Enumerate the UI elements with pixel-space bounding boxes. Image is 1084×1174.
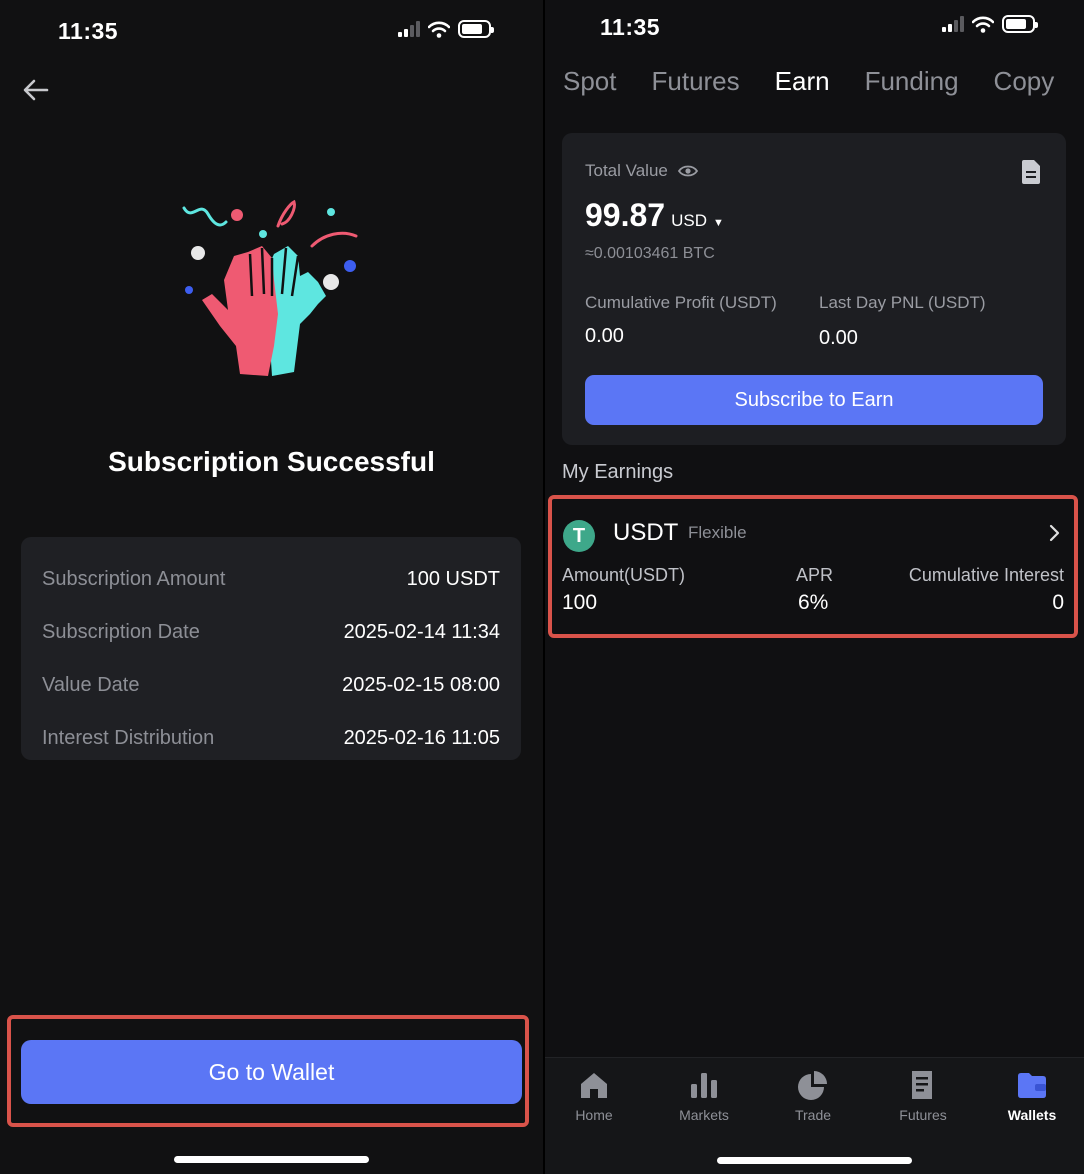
cumulative-interest-value: 0	[1052, 591, 1064, 614]
document-icon	[912, 1071, 932, 1099]
last-day-pnl-label: Last Day PNL (USDT)	[819, 293, 986, 312]
last-day-pnl-stat: Last Day PNL (USDT) 0.00	[819, 293, 986, 350]
wifi-icon	[972, 16, 994, 33]
status-bar: 11:35	[0, 0, 543, 50]
nav-home[interactable]: Home	[549, 1068, 639, 1123]
home-icon	[581, 1073, 607, 1098]
tab-funding[interactable]: Funding	[865, 66, 959, 97]
total-value-label-row: Total Value	[585, 161, 698, 181]
success-title: Subscription Successful	[108, 446, 435, 477]
detail-value: 100 USDT	[406, 568, 500, 590]
apr-label: APR	[796, 565, 834, 585]
last-day-pnl-value: 0.00	[819, 327, 858, 349]
battery-icon	[1002, 15, 1038, 33]
caret-down-icon[interactable]: ▼	[713, 217, 724, 229]
cumulative-profit-value: 0.00	[585, 325, 624, 347]
tab-spot[interactable]: Spot	[563, 66, 617, 97]
btc-equivalent: ≈0.00103461 BTC	[585, 245, 715, 262]
pie-chart-icon	[798, 1071, 827, 1100]
wallet-earn-screen: 11:35 Spot Futures Earn Funding Copy Tot…	[545, 0, 1084, 1174]
bar-chart-icon	[691, 1073, 717, 1098]
earning-coin-name: USDT	[613, 519, 679, 546]
subscription-details-card: Subscription Amount 100 USDT Subscriptio…	[21, 537, 521, 760]
document-icon[interactable]	[1020, 159, 1042, 185]
my-earnings-heading: My Earnings	[562, 461, 674, 483]
apr-value: 6%	[798, 591, 829, 614]
wifi-icon	[428, 21, 450, 38]
cumulative-profit-stat: Cumulative Profit (USDT) 0.00	[585, 293, 777, 348]
nav-trade-label: Trade	[794, 1107, 832, 1123]
status-time: 11:35	[600, 14, 661, 40]
subscription-success-screen: 11:35 Subscription Successful Subscripti…	[0, 0, 543, 1174]
detail-value: 2025-02-15 08:00	[342, 674, 500, 696]
subscribe-to-earn-button[interactable]: Subscribe to Earn	[585, 375, 1043, 425]
battery-icon	[458, 20, 494, 38]
nav-markets-label: Markets	[679, 1107, 729, 1123]
amount-label: Amount(USDT)	[562, 565, 686, 585]
detail-label: Subscription Date	[42, 621, 200, 643]
nav-wallets[interactable]: Wallets	[987, 1068, 1077, 1123]
status-time: 11:35	[58, 18, 119, 44]
detail-label: Value Date	[42, 674, 140, 696]
amount-value: 100	[562, 591, 598, 614]
detail-row: Subscription Date 2025-02-14 11:34	[42, 606, 500, 659]
nav-home-label: Home	[575, 1107, 613, 1123]
cumulative-profit-label: Cumulative Profit (USDT)	[585, 293, 777, 312]
nav-futures-label: Futures	[899, 1107, 947, 1123]
status-icons	[398, 20, 494, 38]
nav-futures[interactable]: Futures	[878, 1068, 968, 1123]
detail-row: Interest Distribution 2025-02-16 11:05	[42, 712, 500, 765]
status-bar: 11:35	[545, 0, 1084, 50]
signal-icon	[398, 21, 420, 37]
high-five-celebration-icon	[182, 199, 358, 376]
wallet-tabs: Spot Futures Earn Funding Copy	[563, 66, 1054, 97]
detail-value: 2025-02-14 11:34	[343, 621, 500, 643]
usdt-coin-icon: T	[563, 520, 595, 552]
detail-row: Subscription Amount 100 USDT	[42, 553, 500, 606]
total-value: 99.87 USD ▼	[585, 197, 724, 234]
home-indicator	[174, 1156, 369, 1163]
earning-product-type: Flexible	[688, 523, 747, 542]
earn-summary-card: Total Value 99.87 USD ▼ ≈0.00103461 BTC …	[562, 133, 1066, 445]
chevron-right-icon[interactable]	[1048, 523, 1062, 543]
status-icons	[942, 15, 1038, 33]
total-value-amount: 99.87	[585, 197, 666, 233]
go-to-wallet-button[interactable]: Go to Wallet	[21, 1040, 522, 1104]
back-arrow-icon[interactable]	[20, 74, 54, 108]
total-value-label: Total Value	[585, 161, 668, 180]
tab-copy[interactable]: Copy	[994, 66, 1055, 97]
detail-label: Interest Distribution	[42, 727, 215, 749]
home-indicator	[717, 1157, 912, 1164]
cumulative-interest-label: Cumulative Interest	[908, 565, 1064, 585]
detail-value: 2025-02-16 11:05	[343, 727, 500, 749]
bottom-nav: Home Markets Trade Futures Wallets	[545, 1057, 1084, 1174]
nav-wallets-label: Wallets	[1007, 1107, 1057, 1123]
tab-futures[interactable]: Futures	[652, 66, 740, 97]
eye-icon[interactable]	[677, 164, 698, 178]
detail-label: Subscription Amount	[42, 568, 226, 590]
nav-trade[interactable]: Trade	[768, 1068, 858, 1123]
currency-selector[interactable]: USD	[671, 211, 707, 231]
nav-markets[interactable]: Markets	[659, 1068, 749, 1123]
wallet-icon	[1018, 1073, 1046, 1098]
detail-row: Value Date 2025-02-15 08:00	[42, 659, 500, 712]
signal-icon	[942, 16, 964, 32]
tab-earn[interactable]: Earn	[775, 66, 830, 97]
